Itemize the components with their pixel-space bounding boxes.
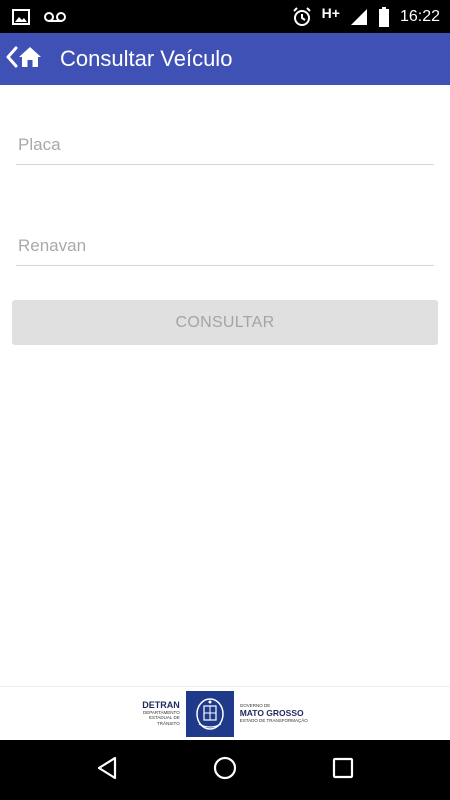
consultar-button[interactable]: CONSULTAR — [12, 300, 438, 345]
recents-button[interactable] — [323, 750, 363, 790]
battery-icon — [378, 6, 390, 27]
chevron-left-icon — [6, 46, 18, 73]
signal-icon — [350, 8, 368, 26]
renavan-field-container — [16, 226, 434, 266]
clock: 16:22 — [399, 7, 440, 25]
page-title: Consultar Veículo — [60, 46, 233, 71]
detran-title: DETRAN — [142, 699, 180, 710]
placa-field-container — [16, 125, 434, 165]
mato-grosso-crest-icon — [185, 690, 234, 737]
back-icon — [96, 756, 118, 785]
detran-logo: DETRAN DEPARTAMENTO ESTADUAL DE TRÂNSITO — [142, 699, 180, 727]
gov-title: MATO GROSSO — [239, 708, 304, 719]
recents-icon — [332, 757, 354, 784]
gov-tagline: ESTADO DE TRANSFORMAÇÃO — [239, 717, 308, 723]
back-button[interactable] — [87, 750, 127, 790]
placa-input[interactable] — [16, 125, 434, 164]
home-icon — [18, 46, 42, 73]
home-circle-icon — [213, 756, 237, 785]
alarm-icon — [292, 6, 312, 27]
voicemail-icon — [44, 11, 66, 23]
renavan-input[interactable] — [16, 226, 434, 265]
home-up-button[interactable] — [6, 33, 48, 85]
system-navigation-bar — [0, 740, 450, 800]
footer-logos: DETRAN DEPARTAMENTO ESTADUAL DE TRÂNSITO… — [0, 687, 450, 740]
detran-subtitle-line: TRÂNSITO — [157, 720, 180, 726]
network-type-label: H+ — [321, 4, 340, 21]
app-bar: Consultar Veículo — [0, 33, 450, 85]
home-button[interactable] — [205, 750, 245, 790]
image-icon — [12, 8, 30, 25]
governo-mato-grosso-logo: GOVERNO DE MATO GROSSO ESTADO DE TRANSFO… — [239, 703, 308, 724]
status-bar: H+ 16:22 — [0, 0, 450, 33]
